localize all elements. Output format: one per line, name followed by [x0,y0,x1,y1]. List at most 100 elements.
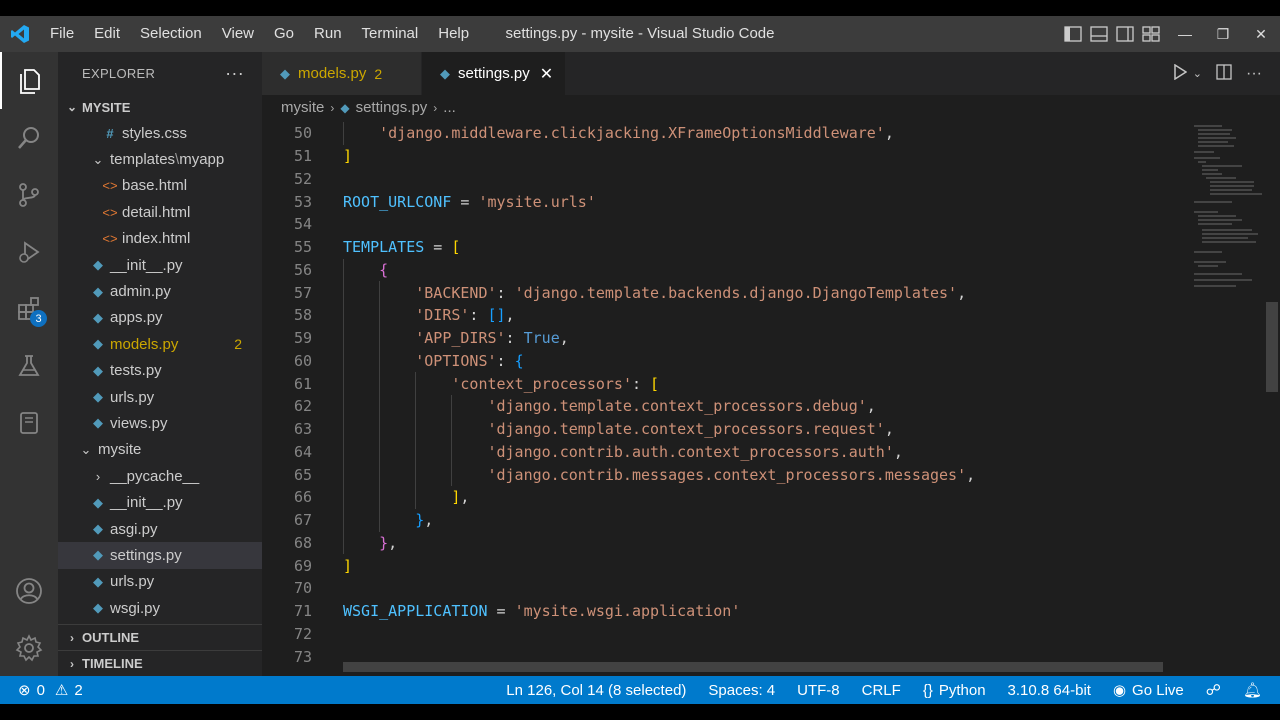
folder-root-mysite[interactable]: ⌄ MYSITE [58,94,262,120]
cursor-position[interactable]: Ln 126, Col 14 (8 selected) [506,682,686,699]
code-line[interactable]: 68}, [262,531,1172,555]
encoding[interactable]: UTF-8 [797,682,840,699]
tree-file[interactable]: <> detail.html [58,199,262,225]
tree-file[interactable]: ◆ wsgi.py [58,595,262,621]
code-line[interactable]: 71 WSGI_APPLICATION = 'mysite.wsgi.applic… [262,600,1172,623]
horizontal-scrollbar[interactable] [343,662,1163,672]
menu-file[interactable]: File [40,16,84,52]
tab-models-py[interactable]: ◆ models.py 2 [262,52,422,95]
customize-layout-icon[interactable] [1142,26,1160,42]
feedback-icon[interactable]: ☍ [1206,681,1221,699]
tree-file[interactable]: ◆ asgi.py [58,516,262,542]
remote-explorer-icon[interactable] [0,394,58,451]
code-line[interactable]: 63 'django.template.context_processors.re… [262,417,1172,441]
minimap[interactable] [1192,122,1267,302]
breadcrumb-file[interactable]: settings.py [356,99,428,116]
run-debug-icon[interactable] [0,223,58,280]
testing-flask-icon[interactable] [0,337,58,394]
code-line[interactable]: 67}, [262,508,1172,532]
python-interpreter[interactable]: 3.10.8 64-bit [1008,682,1091,699]
vertical-scrollbar[interactable] [1266,302,1278,392]
toggle-sidebar-icon[interactable] [1064,26,1082,42]
run-dropdown-icon[interactable]: ⌄ [1193,67,1202,80]
tree-file[interactable]: ◆ __init__.py [58,252,262,278]
notifications-bell-icon[interactable]: 🔔︎ [1243,681,1262,699]
go-live-button[interactable]: ◉ Go Live [1113,681,1184,700]
timeline-section[interactable]: › TIMELINE [58,650,262,676]
code-line[interactable]: 55 TEMPLATES = [ [262,236,1172,259]
tree-file[interactable]: ◆ urls.py [58,384,262,410]
indentation[interactable]: Spaces: 4 [708,682,775,699]
more-editor-actions-icon[interactable]: ··· [1246,65,1262,83]
code-line[interactable]: 52 [262,168,1172,191]
tree-file[interactable]: ◆ __init__.py [58,489,262,515]
tree-folder[interactable]: ⌄ mysite [58,437,262,463]
toggle-panel-icon[interactable] [1090,26,1108,42]
code-line[interactable]: 72 [262,623,1172,646]
tree-file[interactable]: ◆ tests.py [58,358,262,384]
tree-file[interactable]: <> base.html [58,173,262,199]
tree-file[interactable]: ◆ urls.py [58,569,262,595]
menu-run[interactable]: Run [304,16,352,52]
tree-file[interactable]: # styles.css [58,120,262,146]
close-icon[interactable]: ✕ [1242,16,1280,52]
code-line[interactable]: 69] [262,554,1172,577]
tree-file[interactable]: ◆ models.py 2 [58,331,262,357]
tree-file[interactable]: ◆ apps.py [58,305,262,331]
language-mode[interactable]: {} Python [923,682,986,699]
restore-icon[interactable]: ❐ [1204,16,1242,52]
code-line[interactable]: 62 'django.template.context_processors.de… [262,395,1172,418]
tree-folder[interactable]: › __pycache__ [58,463,262,489]
python-icon: ◆ [93,415,103,431]
code-line[interactable]: 53 ROOT_URLCONF = 'mysite.urls' [262,190,1172,213]
code-editor[interactable]: 50 'django.middleware.clickjacking.XFrame… [262,122,1172,676]
more-actions-icon[interactable]: ··· [225,63,244,84]
code-line[interactable]: 59 'APP_DIRS': True, [262,326,1172,350]
code-line[interactable]: 70 [262,577,1172,600]
menu-edit[interactable]: Edit [84,16,130,52]
close-tab-icon[interactable]: ✕ [540,64,553,84]
problems-status[interactable]: ⊗ 0 ⚠ 2 [0,681,83,700]
code-line[interactable]: 61 'context_processors': [ [262,372,1172,395]
code-token: , [505,306,515,325]
menu-selection[interactable]: Selection [130,16,212,52]
code-line[interactable]: 51] [262,145,1172,168]
breadcrumb-folder[interactable]: mysite [281,99,324,116]
outline-section[interactable]: › OUTLINE [58,624,262,650]
code-line[interactable]: 50 'django.middleware.clickjacking.XFrame… [262,122,1172,145]
menu-terminal[interactable]: Terminal [352,16,429,52]
code-line[interactable]: 66], [262,486,1172,509]
breadcrumb-symbol[interactable]: ... [443,99,456,116]
minimize-icon[interactable]: — [1166,16,1204,52]
tree-folder[interactable]: ⌄ templates \ myapp [58,146,262,172]
search-icon[interactable] [0,109,58,166]
toggle-secondary-sidebar-icon[interactable] [1116,26,1134,42]
code-token: , [893,442,903,461]
run-python-icon[interactable] [1173,63,1188,83]
tree-file[interactable]: <> index.html [58,226,262,252]
tree-item-label: base.html [122,177,188,195]
extensions-icon[interactable]: 3 [0,280,58,337]
tab-settings-py[interactable]: ◆ settings.py ✕ [422,52,566,95]
settings-gear-icon[interactable] [0,619,58,676]
split-editor-icon[interactable] [1216,64,1232,83]
tree-file[interactable]: ◆ admin.py [58,278,262,304]
code-line[interactable]: 58 'DIRS': [], [262,304,1172,327]
tree-file[interactable]: ◆ settings.py [58,542,262,569]
tree-file[interactable]: ◆ views.py [58,410,262,436]
code-line[interactable]: 57 'BACKEND': 'django.template.backends.d… [262,281,1172,304]
menu-view[interactable]: View [212,16,264,52]
code-token: [ [650,374,660,393]
code-token: , [957,283,967,302]
code-line[interactable]: 65 'django.contrib.messages.context_proce… [262,463,1172,486]
line-ending[interactable]: CRLF [862,682,901,699]
source-control-icon[interactable] [0,166,58,223]
accounts-icon[interactable] [0,562,58,619]
code-line[interactable]: 54 [262,213,1172,236]
menu-help[interactable]: Help [428,16,479,52]
code-line[interactable]: 64 'django.contrib.auth.context_processor… [262,440,1172,464]
explorer-icon[interactable] [0,52,58,109]
menu-go[interactable]: Go [264,16,304,52]
code-line[interactable]: 56 { [262,258,1172,282]
code-line[interactable]: 60 'OPTIONS': { [262,349,1172,373]
